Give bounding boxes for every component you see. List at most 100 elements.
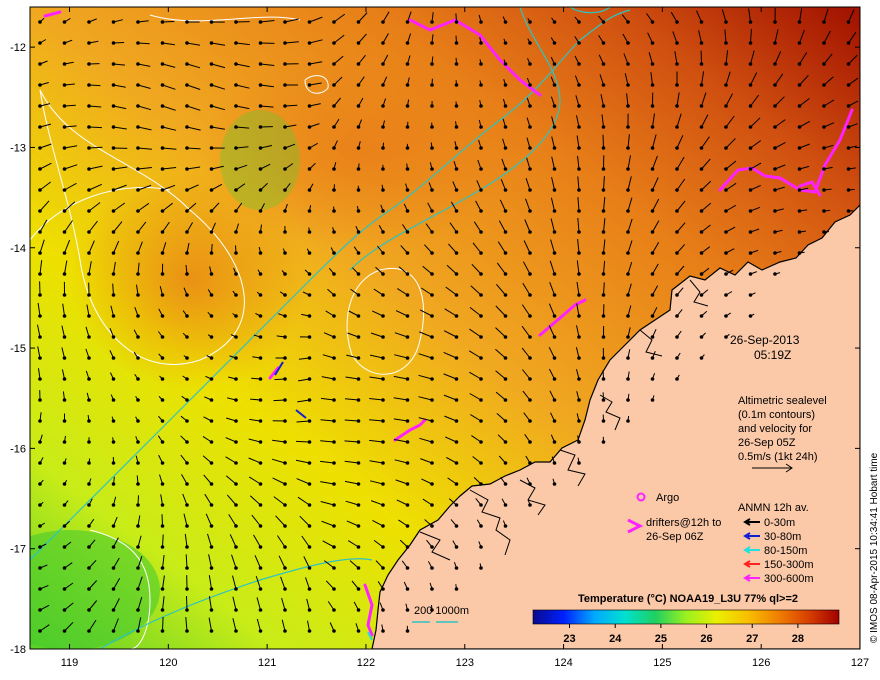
velocity-arrowhead <box>283 335 287 339</box>
velocity-arrowhead <box>87 566 91 570</box>
velocity-arrowhead <box>234 524 238 528</box>
velocity-arrowhead <box>430 209 434 213</box>
velocity-arrowhead <box>479 503 483 507</box>
velocity-arrowhead <box>136 419 140 423</box>
velocity-arrowhead <box>209 293 214 297</box>
velocity-arrowhead <box>503 398 508 402</box>
velocity-arrowhead <box>111 209 116 213</box>
velocity-arrowhead <box>332 335 336 339</box>
velocity-arrowhead <box>38 314 42 318</box>
velocity-arrowhead <box>258 20 263 24</box>
velocity-arrowhead <box>87 356 91 360</box>
velocity-arrowhead <box>283 188 287 192</box>
velocity-arrowhead <box>332 608 336 612</box>
velocity-arrowhead <box>38 629 42 633</box>
velocity-arrowhead <box>528 398 532 402</box>
velocity-arrowhead <box>381 482 385 486</box>
velocity-arrowhead <box>528 20 532 24</box>
velocity-arrowhead <box>699 314 704 318</box>
velocity-arrowhead <box>430 335 434 339</box>
velocity-arrowhead <box>38 41 42 45</box>
velocity-arrowhead <box>479 419 483 423</box>
velocity-arrowhead <box>356 461 361 465</box>
velocity-arrowhead <box>675 146 679 150</box>
velocity-arrowhead <box>675 314 679 318</box>
velocity-arrowhead <box>405 20 410 24</box>
velocity-arrowhead <box>405 356 410 360</box>
velocity-arrowhead <box>503 461 508 465</box>
velocity-arrowhead <box>454 398 459 402</box>
velocity-arrowhead <box>332 629 336 633</box>
velocity-arrowhead <box>528 461 532 465</box>
velocity-arrowhead <box>209 545 214 549</box>
velocity-arrowhead <box>136 587 140 591</box>
velocity-arrowhead <box>454 524 459 528</box>
velocity-arrowhead <box>822 104 826 108</box>
velocity-arrowhead <box>111 272 116 276</box>
velocity-arrowhead <box>381 419 385 423</box>
velocity-arrowhead <box>38 188 42 192</box>
velocity-arrowhead <box>136 377 140 381</box>
velocity-arrowhead <box>601 419 606 423</box>
velocity-arrowhead <box>650 104 655 108</box>
velocity-arrowhead <box>87 440 91 444</box>
velocity-arrowhead <box>258 272 263 276</box>
velocity-arrowhead <box>332 440 336 444</box>
velocity-arrowhead <box>503 83 508 87</box>
velocity-arrowhead <box>356 629 361 633</box>
velocity-arrowhead <box>381 608 385 612</box>
velocity-arrowhead <box>111 440 116 444</box>
x-tick-label: 121 <box>258 657 276 669</box>
velocity-arrowhead <box>258 524 263 528</box>
velocity-arrowhead <box>626 419 630 423</box>
velocity-arrowhead <box>234 62 238 66</box>
velocity-arrowhead <box>209 83 214 87</box>
velocity-arrowhead <box>307 377 312 381</box>
velocity-arrowhead <box>209 356 214 360</box>
velocity-arrowhead <box>528 293 532 297</box>
velocity-arrowhead <box>307 440 312 444</box>
velocity-arrowhead <box>724 230 728 234</box>
velocity-arrowhead <box>675 272 679 276</box>
velocity-arrowhead <box>503 125 508 129</box>
velocity-arrowhead <box>773 20 777 24</box>
velocity-arrowhead <box>87 104 91 108</box>
velocity-arrowhead <box>136 335 140 339</box>
velocity-arrowhead <box>528 41 532 45</box>
velocity-arrowhead <box>185 62 189 66</box>
velocity-arrowhead <box>38 461 42 465</box>
velocity-arrowhead <box>111 62 116 66</box>
velocity-arrowhead <box>577 20 581 24</box>
velocity-arrowhead <box>136 20 140 24</box>
velocity-arrowhead <box>356 566 361 570</box>
velocity-arrowhead <box>160 188 165 192</box>
velocity-arrowhead <box>724 167 728 171</box>
velocity-arrowhead <box>307 251 312 255</box>
velocity-arrowhead <box>650 335 655 339</box>
velocity-arrowhead <box>430 167 434 171</box>
velocity-arrow <box>295 440 310 443</box>
velocity-arrowhead <box>626 356 630 360</box>
anmn-item-label: 0-30m <box>764 517 795 529</box>
velocity-arrowhead <box>356 188 361 192</box>
y-tick-label: -16 <box>10 443 26 455</box>
velocity-arrowhead <box>405 146 410 150</box>
velocity-arrowhead <box>675 251 679 255</box>
velocity-arrowhead <box>454 167 459 171</box>
velocity-arrowhead <box>552 167 557 171</box>
velocity-arrowhead <box>503 41 508 45</box>
velocity-arrowhead <box>258 314 263 318</box>
velocity-arrowhead <box>724 20 728 24</box>
velocity-arrowhead <box>430 293 434 297</box>
velocity-arrowhead <box>185 83 189 87</box>
velocity-arrowhead <box>626 209 630 213</box>
velocity-arrowhead <box>381 503 385 507</box>
velocity-arrowhead <box>234 629 238 633</box>
velocity-arrowhead <box>699 167 704 171</box>
velocity-arrowhead <box>62 629 67 633</box>
velocity-arrowhead <box>38 482 42 486</box>
velocity-arrowhead <box>87 482 91 486</box>
velocity-arrowhead <box>773 104 777 108</box>
velocity-arrowhead <box>479 20 483 24</box>
velocity-arrowhead <box>38 209 42 213</box>
